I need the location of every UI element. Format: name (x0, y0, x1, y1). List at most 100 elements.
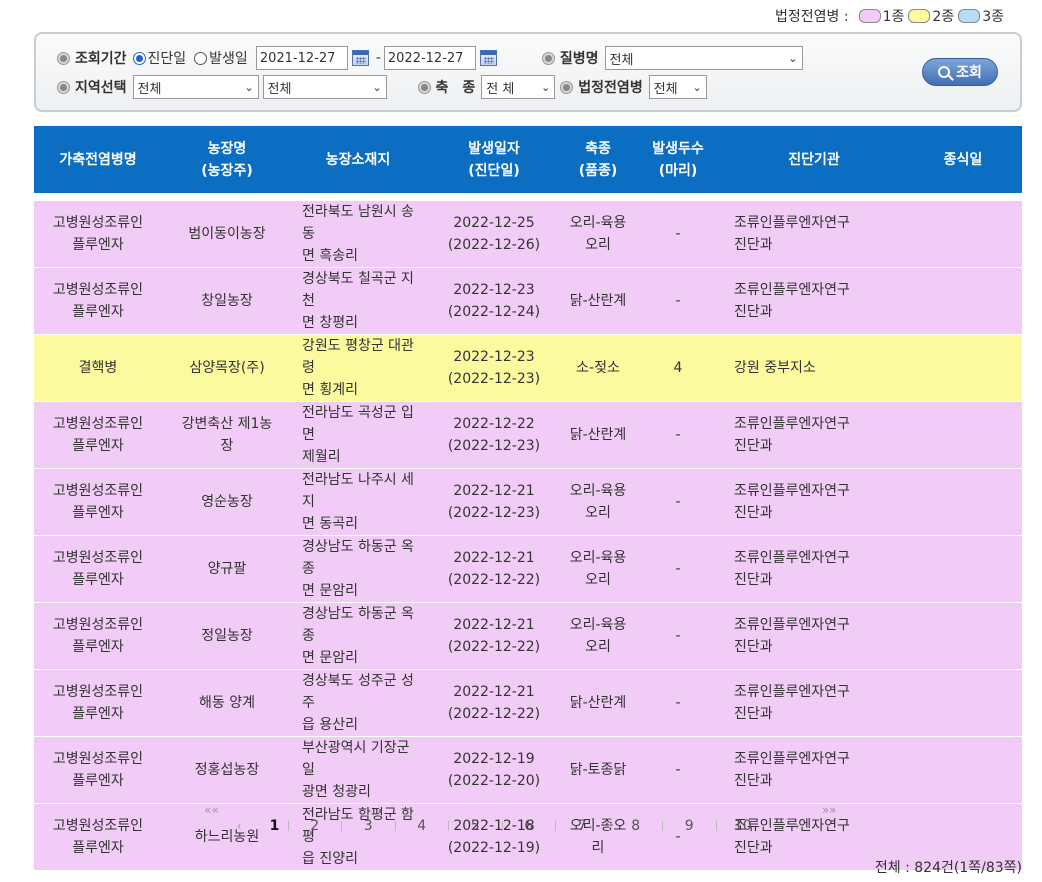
page-link-9[interactable]: 9 (663, 818, 716, 834)
search-button[interactable]: 조회 (922, 58, 998, 86)
date-to-input[interactable] (383, 46, 476, 70)
legend-label-class1: 1종 (882, 9, 905, 25)
table-row[interactable]: 고병원성조류인 플루엔자 양규팔 경상남도 하동군 옥종 면 문암리 2022-12-… (34, 535, 1022, 603)
cell-farm: 영순농장 (162, 468, 292, 536)
table-row[interactable]: 고병원성조류인 플루엔자 정홍섭농장 부산광역시 기장군 일 광면 청광리 2022-… (34, 736, 1022, 804)
legend-label-class2: 2종 (932, 9, 955, 25)
header-lab: 진단기관 (724, 126, 904, 193)
legal-disease-legend: 법정전염병 : 1종 2종 3종 (775, 6, 1004, 26)
cell-date: 2022-12-21 (2022-12-23) (424, 468, 564, 536)
table-row[interactable]: 고병원성조류인 플루엔자 범이동이농장 전라북도 남원시 송동 면 흑송리 2022-… (34, 200, 1022, 268)
cell-lab: 조류인플루엔자연구 진단과 (724, 669, 904, 737)
table-row[interactable]: 고병원성조류인 플루엔자 강변축산 제1농 장 전라남도 곡성군 입면 제월리 202… (34, 401, 1022, 469)
cell-date: 2022-12-23 (2022-12-24) (424, 267, 564, 335)
cell-lab: 강원 중부지소 (724, 334, 904, 402)
legend-swatch-class3 (958, 9, 981, 23)
cell-lab: 조류인플루엔자연구 진단과 (724, 602, 904, 670)
cell-count: - (632, 200, 724, 268)
table-header-row: 가축전염병명 농장명 (농장주) 농장소재지 발생일자 (진단일) 축종 (품종) 발생두… (34, 126, 1022, 193)
legal-disease-label: 법정전염병 (578, 80, 643, 96)
radio-unchecked-icon[interactable] (194, 51, 208, 65)
radio-occurrence-date[interactable]: 발생일 (194, 48, 248, 68)
bullet-icon (418, 81, 430, 93)
prev-page-button[interactable]: ‹ (237, 819, 242, 833)
table-row[interactable]: 고병원성조류인 플루엔자 창일농장 경상북도 칠곡군 지천 면 창평리 2022-12… (34, 267, 1022, 335)
first-page-button[interactable]: «« (204, 803, 219, 817)
page-link-4[interactable]: 4 (396, 818, 449, 834)
cell-count: - (632, 602, 724, 670)
radio-diagnosis-date[interactable]: 진단일 (132, 48, 186, 68)
page-link-8[interactable]: 8 (610, 818, 663, 834)
cell-species: 오리-육용 오리 (564, 602, 632, 670)
cell-disease: 고병원성조류인 플루엔자 (34, 669, 162, 737)
cell-lab: 조류인플루엔자연구 진단과 (724, 267, 904, 335)
total-count: 전체 : 824건(1쪽/83쪽) (874, 860, 1022, 876)
table-row[interactable]: 고병원성조류인 플루엔자 영순농장 전라남도 나주시 세지 면 동곡리 2022-12… (34, 468, 1022, 536)
cell-farm: 삼양목장(주) (162, 334, 292, 402)
disease-select[interactable]: 전체 ⌄ (604, 46, 803, 70)
region-province-value: 전체 (137, 81, 162, 97)
date-range-dash: - (375, 50, 381, 66)
header-count: 발생두수 (마리) (632, 126, 724, 193)
cell-species: 닭-산란계 (564, 401, 632, 469)
cell-end-date (904, 401, 1022, 469)
region-province-select[interactable]: 전체 ⌄ (132, 75, 259, 99)
cell-lab: 조류인플루엔자연구 진단과 (724, 468, 904, 536)
cell-address: 경상남도 하동군 옥종 면 문암리 (292, 535, 424, 603)
table-row[interactable]: 고병원성조류인 플루엔자 정일농장 경상남도 하동군 옥종 면 문암리 2022-12… (34, 602, 1022, 670)
cell-species: 소-젖소 (564, 334, 632, 402)
legend-label-class3: 3종 (982, 9, 1004, 25)
cell-count: - (632, 468, 724, 536)
chevron-down-icon: ⌄ (244, 80, 254, 94)
legend-title: 법정전염병 : (775, 9, 849, 25)
header-disease: 가축전염병명 (34, 126, 162, 193)
radio-checked-icon[interactable] (132, 51, 146, 65)
header-date: 발생일자 (진단일) (424, 126, 564, 193)
cell-end-date (904, 468, 1022, 536)
cell-species: 닭-산란계 (564, 669, 632, 737)
calendar-icon[interactable] (479, 50, 497, 66)
species-select-value: 전 체 (486, 81, 515, 97)
page-link-1[interactable]: 1 (262, 818, 288, 834)
cell-species: 닭-토종닭 (564, 736, 632, 804)
page-link-6[interactable]: 6 (503, 818, 556, 834)
cell-lab: 조류인플루엔자연구 진단과 (724, 401, 904, 469)
page-link-5[interactable]: 5 (449, 818, 502, 834)
species-select[interactable]: 전 체 ⌄ (481, 75, 556, 99)
legal-disease-select[interactable]: 전체 ⌄ (648, 75, 707, 99)
date-from-input[interactable] (255, 46, 348, 70)
cell-farm: 양규팔 (162, 535, 292, 603)
calendar-icon[interactable] (351, 50, 369, 66)
legend-item-class2: 2종 (908, 6, 954, 26)
cell-count: - (632, 535, 724, 603)
last-page-button[interactable]: »» (822, 803, 837, 817)
table-spacer-cell (34, 193, 1022, 201)
table-row[interactable]: 결핵병 삼양목장(주) 강원도 평창군 대관령 면 횡계리 2022-12-23 (2… (34, 334, 1022, 402)
search-row-region: 지역선택 전체 ⌄ 전체 ⌄ 축 종 전 체 ⌄ 법정전염병 전체 ⌄ (58, 75, 707, 99)
table-row[interactable]: 고병원성조류인 플루엔자 해동 양계 경상북도 성주군 성주 읍 용산리 2022-1… (34, 669, 1022, 737)
region-city-select[interactable]: 전체 ⌄ (262, 75, 387, 99)
cell-disease: 고병원성조류인 플루엔자 (34, 267, 162, 335)
page-link-10[interactable]: 10 (717, 818, 770, 834)
cell-lab: 조류인플루엔자연구 진단과 (724, 736, 904, 804)
cell-disease: 고병원성조류인 플루엔자 (34, 602, 162, 670)
page-link-2[interactable]: 2 (289, 818, 342, 834)
header-address: 농장소재지 (292, 126, 424, 193)
cell-date: 2022-12-22 (2022-12-23) (424, 401, 564, 469)
species-label: 축 종 (435, 80, 476, 96)
bullet-icon (542, 52, 554, 64)
cell-end-date (904, 535, 1022, 603)
cell-address: 전라북도 남원시 송동 면 흑송리 (292, 200, 424, 268)
cell-date: 2022-12-21 (2022-12-22) (424, 602, 564, 670)
page-link-3[interactable]: 3 (342, 818, 395, 834)
cell-disease: 고병원성조류인 플루엔자 (34, 736, 162, 804)
cell-count: - (632, 267, 724, 335)
next-page-button[interactable]: › (795, 819, 800, 833)
page-number-list: 1 2 3 4 5 6 7 8 9 10 (262, 812, 770, 834)
search-row-period: 조회기간 진단일 발생일 - 질병명 전체 ⌄ (58, 46, 803, 70)
header-end-date: 종식일 (904, 126, 1022, 193)
page-link-7[interactable]: 7 (556, 818, 609, 834)
chevron-down-icon: ⌄ (692, 80, 702, 94)
cell-disease: 고병원성조류인 플루엔자 (34, 200, 162, 268)
pagination: «« ‹ 1 2 3 4 5 6 7 8 9 10 › »» (204, 803, 837, 834)
